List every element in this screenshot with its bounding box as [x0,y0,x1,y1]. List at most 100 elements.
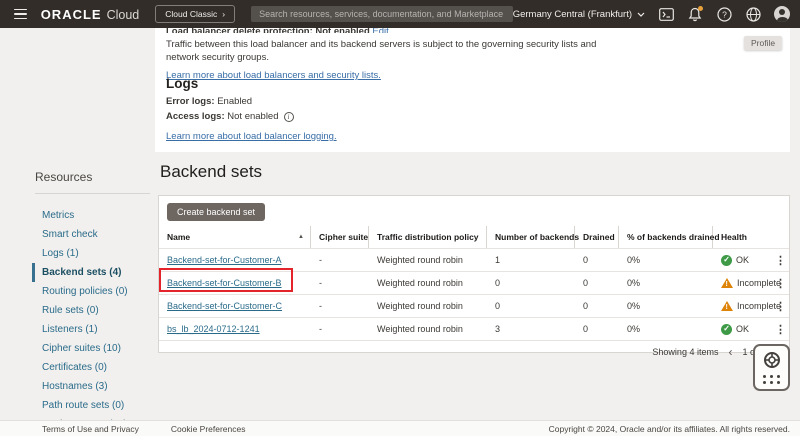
create-backend-set-button[interactable]: Create backend set [167,203,265,221]
code-console-icon [659,8,674,21]
row-actions-menu-icon[interactable]: ⋮ [775,277,786,290]
traffic-policy-cell: Weighted round robin [369,278,487,288]
access-logs-value: Not enabled [227,111,278,122]
cipher-suite-cell: - [311,255,369,265]
sidebar-item-hostnames[interactable]: Hostnames (3) [32,377,155,396]
traffic-policy-cell: Weighted round robin [369,255,487,265]
drained-cell: 0 [575,324,619,334]
support-floating-widget[interactable] [753,344,790,391]
cookie-preferences-link[interactable]: Cookie Preferences [171,424,246,434]
column-header-drained[interactable]: Drained [575,226,619,248]
health-ok-icon [721,324,732,335]
backends-count-cell: 1 [487,255,575,265]
error-logs-label: Error logs: [166,96,215,107]
column-header-name[interactable]: Name ▲ [159,226,311,248]
backend-sets-panel: Create backend set Name ▲ Cipher suite T… [158,195,790,353]
load-balancer-details-panel: Load balancer delete protection: Not ena… [155,28,790,152]
column-header-number-of-backends[interactable]: Number of backends [487,226,575,248]
app-grid-icon[interactable] [763,375,781,384]
error-logs-value: Enabled [217,96,252,107]
hamburger-menu-icon[interactable] [14,9,27,20]
sidebar-item-logs[interactable]: Logs (1) [32,244,155,263]
sidebar-divider [35,193,150,194]
clipped-delete-protection-line: Load balancer delete protection: Not ena… [166,28,586,33]
lifebuoy-help-icon[interactable] [763,351,781,369]
sidebar-item-smart-check[interactable]: Smart check [32,225,155,244]
info-icon[interactable]: i [284,112,294,122]
backend-set-link[interactable]: bs_lb_2024-0712-1241 [167,324,260,334]
traffic-policy-cell: Weighted round robin [369,324,487,334]
column-header-traffic-policy[interactable]: Traffic distribution policy [369,226,487,248]
cloud-classic-button[interactable]: Cloud Classic › [155,5,235,23]
notifications-button[interactable] [687,6,703,22]
column-header-health[interactable]: Health [713,226,789,248]
health-warning-icon [721,278,733,288]
help-button[interactable]: ? [716,6,732,22]
table-row: Backend-set-for-Customer-B - Weighted ro… [159,271,789,294]
row-actions-menu-icon[interactable]: ⋮ [775,300,786,313]
resources-sidebar: Resources Metrics Smart check Logs (1) B… [0,28,155,420]
backend-set-link[interactable]: Backend-set-for-Customer-B [167,278,282,288]
table-row: bs_lb_2024-0712-1241 - Weighted round ro… [159,317,789,340]
chevron-right-icon: › [222,9,225,19]
logging-link[interactable]: Learn more about load balancer logging. [166,131,337,142]
health-ok-icon [721,255,732,266]
health-warning-icon [721,301,733,311]
traffic-policy-cell: Weighted round robin [369,301,487,311]
question-mark-icon: ? [717,7,732,22]
backends-count-cell: 3 [487,324,575,334]
pct-drained-cell: 0% [619,255,713,265]
delete-protection-text: Load balancer delete protection: Not ena… [166,28,370,33]
pct-drained-cell: 0% [619,324,713,334]
edit-link[interactable]: Edit [372,28,388,33]
sidebar-item-cipher-suites[interactable]: Cipher suites (10) [32,339,155,358]
table-row: Backend-set-for-Customer-C - Weighted ro… [159,294,789,317]
sidebar-item-path-route-sets[interactable]: Path route sets (0) [32,396,155,415]
backends-count-cell: 0 [487,278,575,288]
logo-cloud-text: Cloud [107,8,140,22]
backend-sets-table: Name ▲ Cipher suite Traffic distribution… [159,226,789,362]
pct-drained-cell: 0% [619,301,713,311]
drained-cell: 0 [575,278,619,288]
page-footer: Terms of Use and Privacy Cookie Preferen… [0,420,800,436]
svg-text:?: ? [722,9,727,19]
row-actions-menu-icon[interactable]: ⋮ [775,254,786,267]
search-input[interactable] [251,6,513,22]
backend-set-link[interactable]: Backend-set-for-Customer-A [167,255,282,265]
cipher-suite-cell: - [311,324,369,334]
sidebar-item-rule-sets[interactable]: Rule sets (0) [32,301,155,320]
backend-sets-heading: Backend sets [160,162,262,182]
logs-heading: Logs [166,76,198,91]
cipher-suite-cell: - [311,301,369,311]
top-navigation-bar: ORACLE Cloud Cloud Classic › Germany Cen… [0,0,800,28]
row-actions-menu-icon[interactable]: ⋮ [775,323,786,336]
terms-link[interactable]: Terms of Use and Privacy [42,424,139,434]
access-logs-label: Access logs: [166,111,225,122]
sidebar-item-metrics[interactable]: Metrics [32,206,155,225]
profile-avatar-button[interactable] [774,6,790,22]
pagination-prev-icon[interactable]: ‹ [728,346,732,358]
sidebar-title: Resources [35,170,155,184]
developer-tools-button[interactable] [658,6,674,22]
pct-drained-cell: 0% [619,278,713,288]
drained-cell: 0 [575,301,619,311]
sidebar-item-listeners[interactable]: Listeners (1) [32,320,155,339]
oracle-cloud-logo[interactable]: ORACLE Cloud [41,7,140,22]
column-header-pct-drained[interactable]: % of backends drained [619,226,713,248]
table-row: Backend-set-for-Customer-A - Weighted ro… [159,248,789,271]
backend-set-link[interactable]: Backend-set-for-Customer-C [167,301,282,311]
sidebar-item-certificates[interactable]: Certificates (0) [32,358,155,377]
table-pagination: Showing 4 items ‹ 1 of 1 › [159,340,789,362]
language-button[interactable] [745,6,761,22]
sidebar-item-backend-sets[interactable]: Backend sets (4) [32,263,155,282]
backends-count-cell: 0 [487,301,575,311]
profile-tooltip: Profile [744,36,782,50]
copyright-text: Copyright © 2024, Oracle and/or its affi… [549,424,790,434]
traffic-info-text: Traffic between this load balancer and i… [166,38,606,64]
region-selector[interactable]: Germany Central (Frankfurt) [513,9,645,20]
sidebar-item-routing-policies[interactable]: Routing policies (0) [32,282,155,301]
globe-icon [746,7,761,22]
items-summary: Showing 4 items [652,347,718,357]
column-header-cipher-suite[interactable]: Cipher suite [311,226,369,248]
chevron-down-icon [637,12,645,17]
